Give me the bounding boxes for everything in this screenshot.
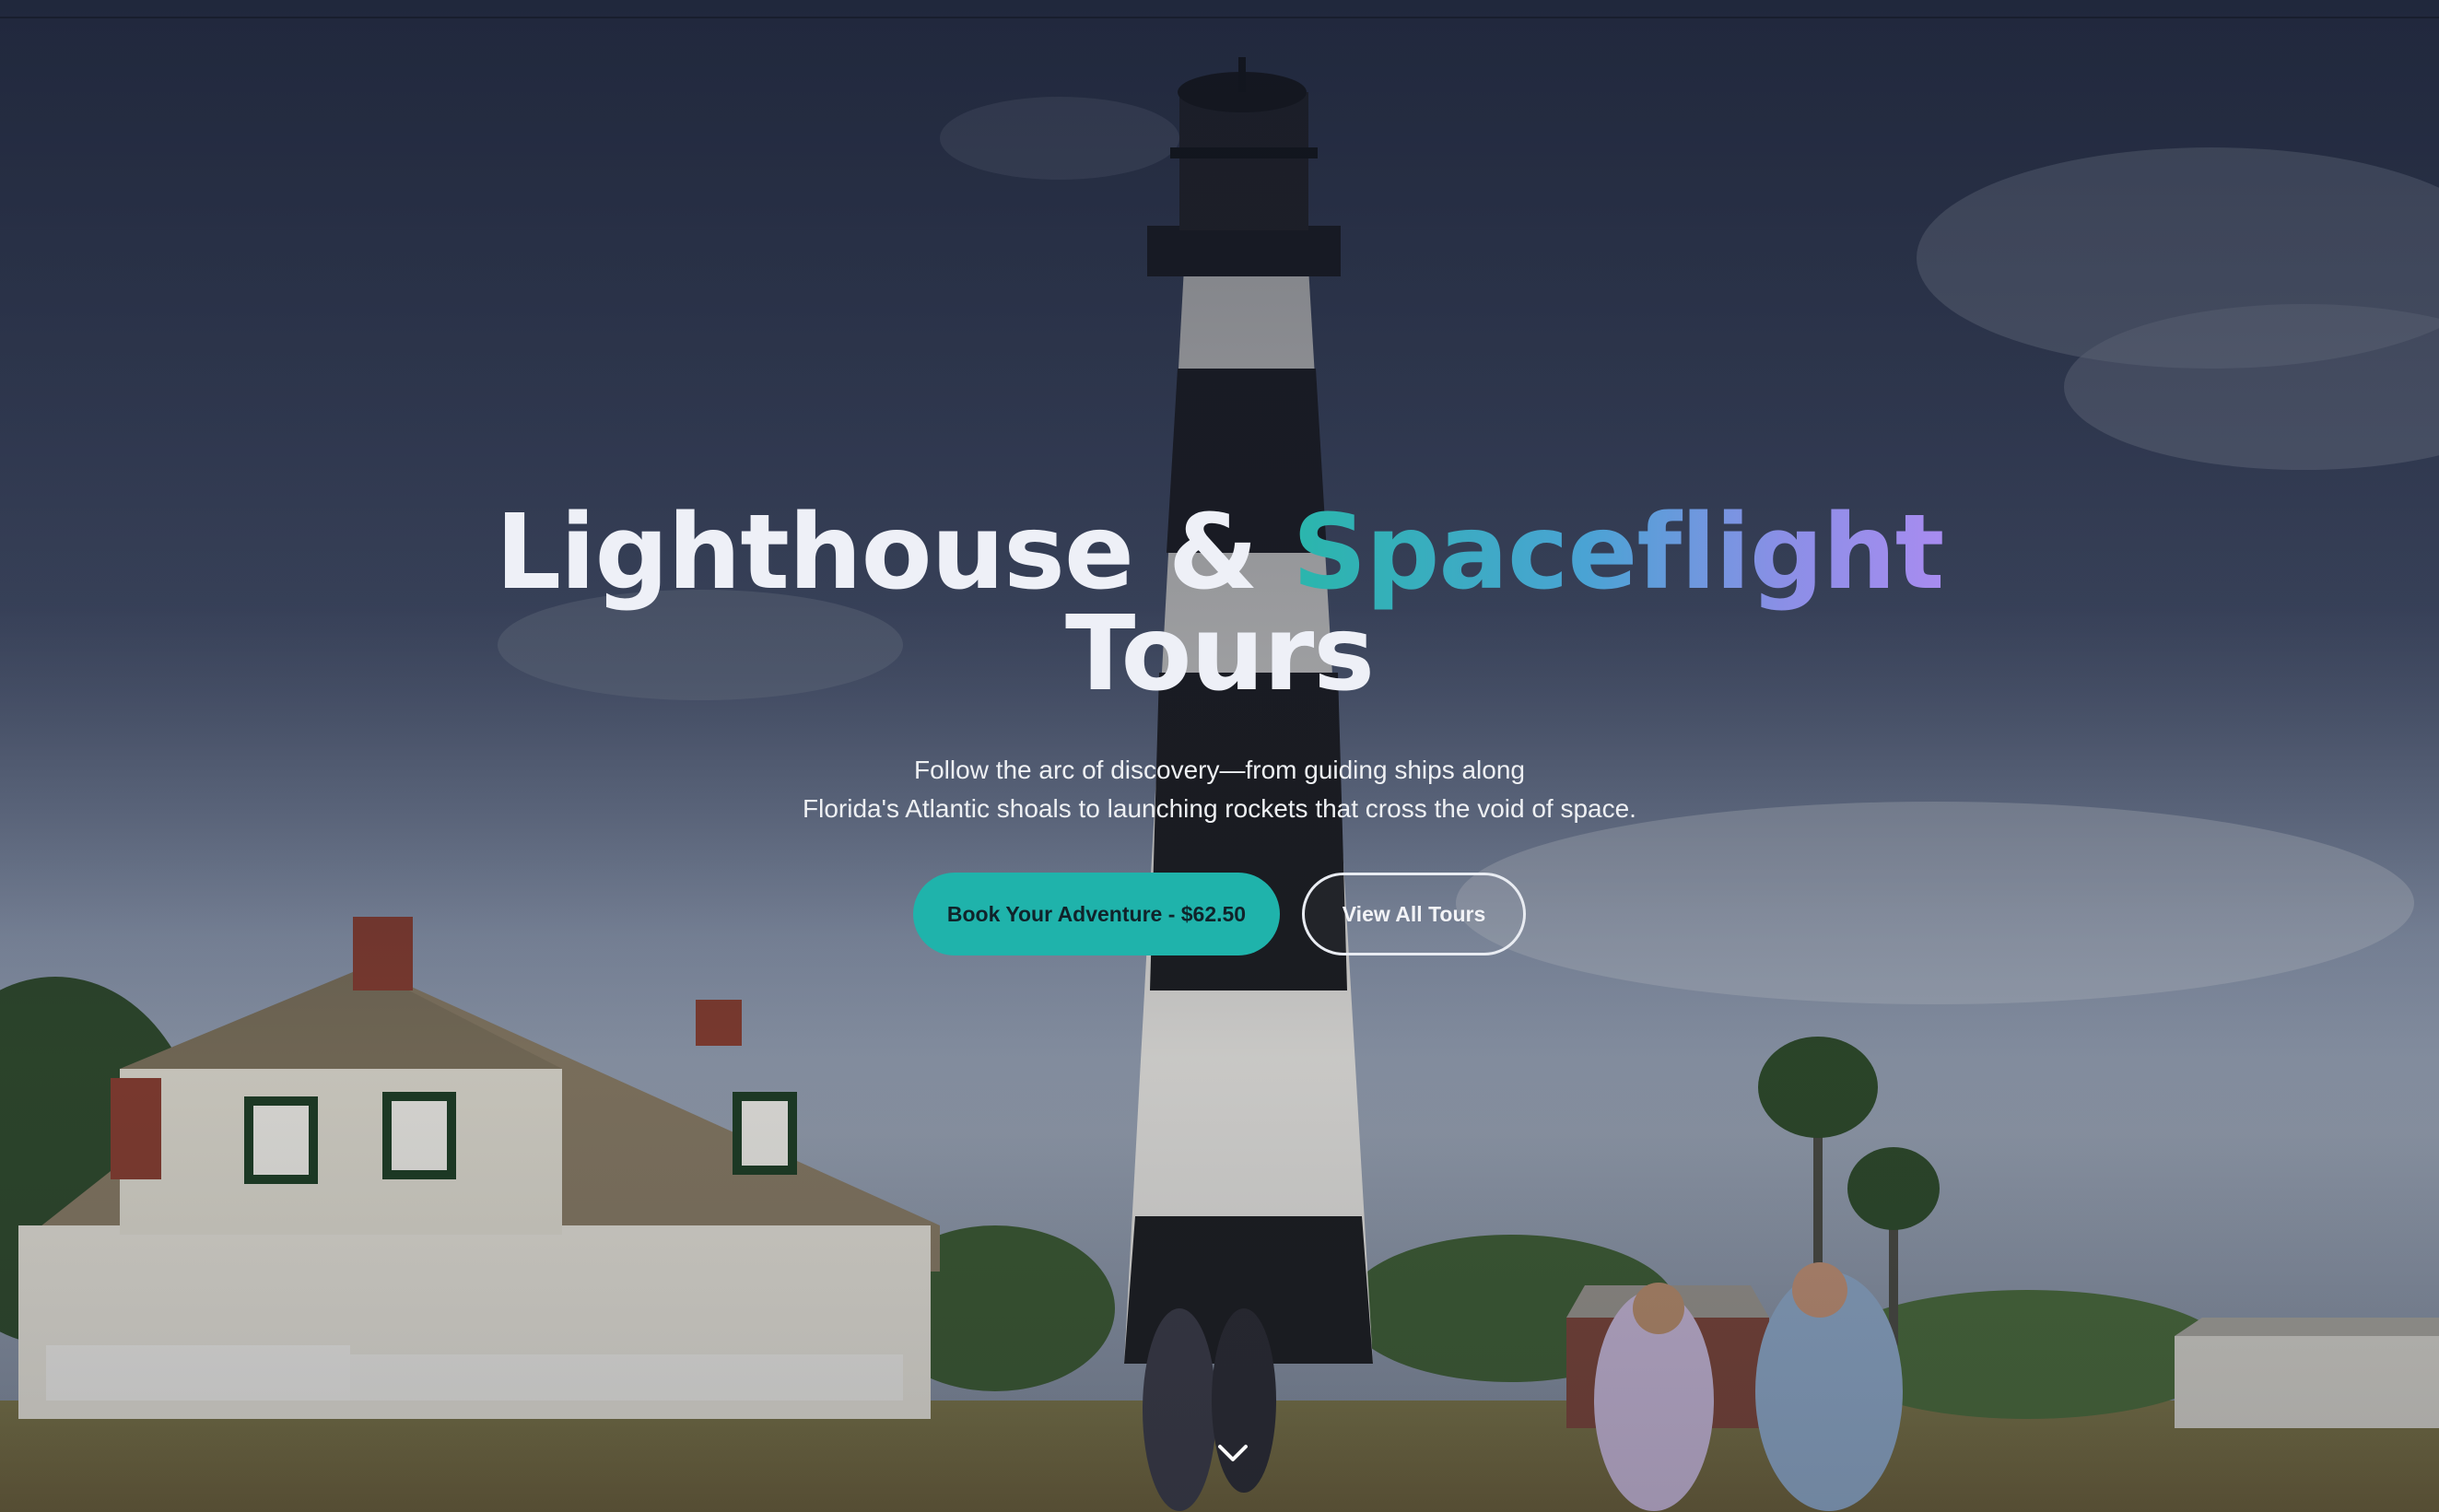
hero-subtitle-line1: Follow the arc of discovery—from guiding…	[914, 756, 1525, 784]
top-divider	[0, 17, 2439, 18]
chevron-down-icon[interactable]	[1214, 1439, 1251, 1467]
hero-subtitle-line2: Florida's Atlantic shoals to launching r…	[803, 794, 1636, 823]
view-all-tours-button[interactable]: View All Tours	[1302, 873, 1526, 955]
hero-title: Lighthouse & Spaceflight Tours	[0, 501, 2439, 706]
hero-buttons: Book Your Adventure - $62.50 View All To…	[0, 873, 2439, 955]
hero-title-accent: Spaceflight	[1292, 493, 1945, 613]
hero-subtitle: Follow the arc of discovery—from guiding…	[759, 751, 1681, 828]
hero-section: Lighthouse & Spaceflight Tours Follow th…	[0, 0, 2439, 1512]
hero-title-part2: Tours	[1064, 594, 1375, 714]
book-adventure-button[interactable]: Book Your Adventure - $62.50	[913, 873, 1280, 955]
hero-content: Lighthouse & Spaceflight Tours Follow th…	[0, 501, 2439, 955]
